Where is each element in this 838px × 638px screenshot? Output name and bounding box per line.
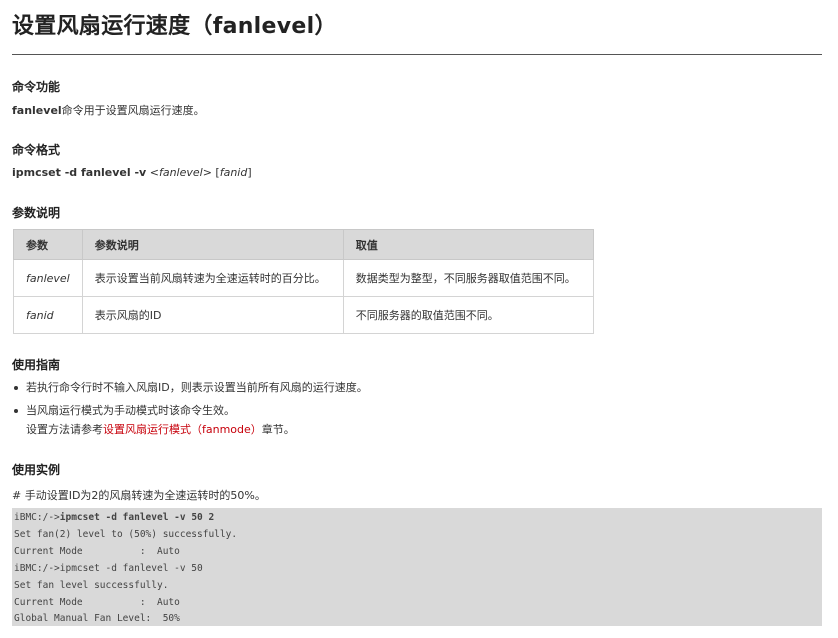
code-block: iBMC:/->ipmcset -d fanlevel -v 50 2 Set f… <box>12 508 822 626</box>
table-header-desc: 参数说明 <box>81 229 344 260</box>
table-header-row: 参数 参数说明 取值 <box>13 229 594 260</box>
code-line: iBMC:/->ipmcset -d fanlevel -v 50 <box>14 562 203 574</box>
table-cell-param: fanid <box>13 296 83 334</box>
table-cell-param: fanlevel <box>13 259 83 297</box>
section-heading-guide: 使用指南 <box>12 358 61 372</box>
code-line: Set fan level successfully. <box>14 579 169 591</box>
table-header-value: 取值 <box>342 229 594 260</box>
table-row: fanlevel 表示设置当前风扇转速为全速运转时的百分比。 数据类型为整型，不… <box>13 259 594 297</box>
table-row: fanid 表示风扇的ID 不同服务器的取值范围不同。 <box>13 296 594 334</box>
table-cell-desc: 表示风扇的ID <box>81 296 344 334</box>
code-command: ipmcset -d fanlevel -v 50 2 <box>59 512 215 523</box>
code-line: iBMC:/->ipmcset -d fanlevel -v 50 2 <box>14 510 820 527</box>
code-line: Set fan(2) level to (50%) successfully. <box>14 528 238 540</box>
code-line: Global Manual Fan Level: 50% <box>14 613 180 625</box>
format-arg-fanid: fanid <box>219 166 248 179</box>
title-divider <box>12 54 822 55</box>
table-cell-value: 不同服务器的取值范围不同。 <box>342 296 594 334</box>
code-line: Current Mode : Auto <box>14 596 180 608</box>
section-heading-params: 参数说明 <box>12 206 61 220</box>
section-heading-function: 命令功能 <box>12 80 61 94</box>
guide-list: 若执行命令行时不输入风扇ID，则表示设置当前所有风扇的运行速度。 当风扇运行模式… <box>12 378 368 443</box>
section-heading-format: 命令格式 <box>12 143 61 157</box>
table-cell-value: 数据类型为整型，不同服务器取值范围不同。 <box>342 259 594 297</box>
doc-page: 设置风扇运行速度（fanlevel） 命令功能 fanlevel命令用于设置风扇… <box>0 0 838 638</box>
list-item: 若执行命令行时不输入风扇ID，则表示设置当前所有风扇的运行速度。 <box>14 378 368 397</box>
list-item: 当风扇运行模式为手动模式时该命令生效。 设置方法请参考设置风扇运行模式（fanmo… <box>14 401 368 439</box>
guide-item-1: 若执行命令行时不输入风扇ID，则表示设置当前所有风扇的运行速度。 <box>26 381 368 394</box>
guide-item-2: 当风扇运行模式为手动模式时该命令生效。 <box>26 404 235 417</box>
table-cell-desc: 表示设置当前风扇转速为全速运转时的百分比。 <box>81 259 344 297</box>
guide-item-2-prefix: 设置方法请参考 <box>26 423 103 436</box>
example-comment: # 手动设置ID为2的风扇转速为全速运转时的50%。 <box>12 489 266 502</box>
code-line: Current Mode : Auto <box>14 545 180 557</box>
guide-item-2-suffix: 章节。 <box>261 423 295 436</box>
format-arg-fanlevel: fanlevel <box>158 166 203 179</box>
table-header-param: 参数 <box>13 229 83 260</box>
function-cmd: fanlevel <box>12 104 62 117</box>
code-prompt: iBMC:/-> <box>14 512 60 523</box>
params-table: 参数 参数说明 取值 fanlevel 表示设置当前风扇转速为全速运转时的百分比… <box>13 229 594 334</box>
format-cmd: ipmcset -d fanlevel -v <box>12 166 147 179</box>
fanmode-link[interactable]: 设置风扇运行模式（fanmode） <box>103 423 262 436</box>
format-line: ipmcset -d fanlevel -v <fanlevel> [fanid… <box>12 166 252 179</box>
function-desc: 命令用于设置风扇运行速度。 <box>61 104 205 117</box>
function-text: fanlevel命令用于设置风扇运行速度。 <box>12 102 205 118</box>
section-heading-example: 使用实例 <box>12 463 61 477</box>
page-title: 设置风扇运行速度（fanlevel） <box>12 14 337 39</box>
